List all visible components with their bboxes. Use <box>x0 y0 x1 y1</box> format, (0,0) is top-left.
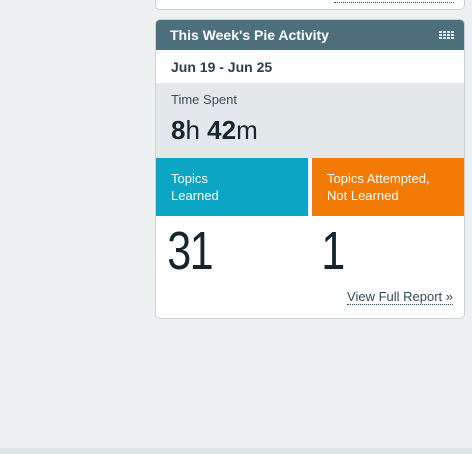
topic-counts: 31 1 <box>156 216 464 286</box>
time-spent-minutes: 42 <box>207 115 237 145</box>
time-spent-section: Time Spent 8h 42m <box>156 83 464 158</box>
topics-attempted-label-line1: Topics Attempted, <box>327 171 430 186</box>
topic-tiles: Topics Learned Topics Attempted, Not Lea… <box>156 158 464 216</box>
view-full-report-link[interactable]: View Full Report » <box>347 289 453 305</box>
topics-attempted-tile: Topics Attempted, Not Learned <box>312 158 464 216</box>
topics-learned-count: 31 <box>167 221 213 281</box>
topics-attempted-label-line2: Not Learned <box>327 188 399 203</box>
time-spent-hours: 8 <box>171 115 186 145</box>
time-spent-label: Time Spent <box>171 92 237 107</box>
date-range: Jun 19 - Jun 25 <box>171 58 273 75</box>
previous-widget-card <box>155 0 465 10</box>
topics-learned-label-line2: Learned <box>171 188 219 203</box>
weekly-activity-widget: This Week's Pie Activity Jun 19 - Jun 25… <box>155 19 465 319</box>
page-bottom-strip <box>0 448 472 454</box>
time-spent-hours-unit: h <box>185 115 200 145</box>
widget-footer: View Full Report » <box>156 288 464 306</box>
time-spent-value: 8h 42m <box>171 115 464 146</box>
drag-handle-icon[interactable] <box>439 31 454 39</box>
topics-learned-label-line1: Topics <box>171 171 208 186</box>
widget-header: This Week's Pie Activity <box>156 20 464 50</box>
previous-widget-link-underline <box>334 2 454 3</box>
widget-title: This Week's Pie Activity <box>170 27 329 43</box>
topics-attempted-count: 1 <box>321 221 345 281</box>
time-spent-minutes-unit: m <box>236 115 258 145</box>
topics-learned-tile: Topics Learned <box>156 158 308 216</box>
